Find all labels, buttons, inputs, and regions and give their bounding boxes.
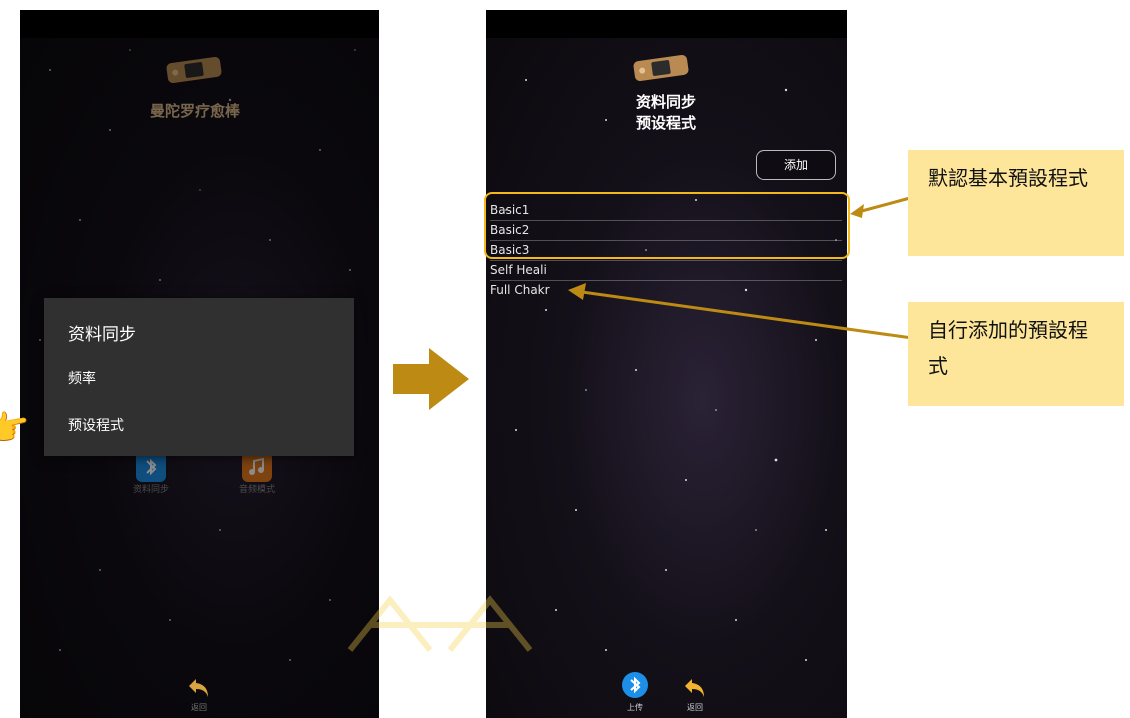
- upload-label[interactable]: 上传: [615, 702, 655, 713]
- left-phone-screen: 曼陀罗疗愈棒 资料同步 音频模式 资料同步 频率 预设程式 返回: [20, 10, 379, 718]
- device-wand-icon: [633, 54, 689, 82]
- back-label[interactable]: 返回: [179, 702, 219, 713]
- dialog-item-frequency[interactable]: 频率: [68, 368, 96, 388]
- bluetooth-upload-icon[interactable]: [622, 672, 648, 698]
- default-presets-highlight: [484, 192, 850, 259]
- dialog-title: 资料同步: [68, 325, 136, 345]
- add-button[interactable]: 添加: [756, 150, 836, 180]
- transition-arrow-icon: [393, 348, 469, 410]
- annotation-arrow-icon: [568, 283, 913, 340]
- back-arrow-icon[interactable]: [186, 675, 212, 701]
- annotation-custom-presets: 自行添加的預設程式: [908, 302, 1124, 406]
- dialog-item-presets[interactable]: 预设程式: [68, 415, 124, 435]
- annotation-default-presets: 默認基本預設程式: [908, 150, 1124, 256]
- watermark-logo: [347, 595, 533, 652]
- page-title-line2: 预设程式: [635, 114, 696, 132]
- list-item-preset[interactable]: Self Heali: [490, 261, 842, 281]
- page-title-line1: 资料同步: [635, 93, 696, 111]
- status-bar: [486, 10, 847, 38]
- back-arrow-icon[interactable]: [682, 675, 708, 701]
- sync-dialog: 资料同步 频率 预设程式: [44, 298, 354, 456]
- back-label[interactable]: 返回: [675, 702, 715, 713]
